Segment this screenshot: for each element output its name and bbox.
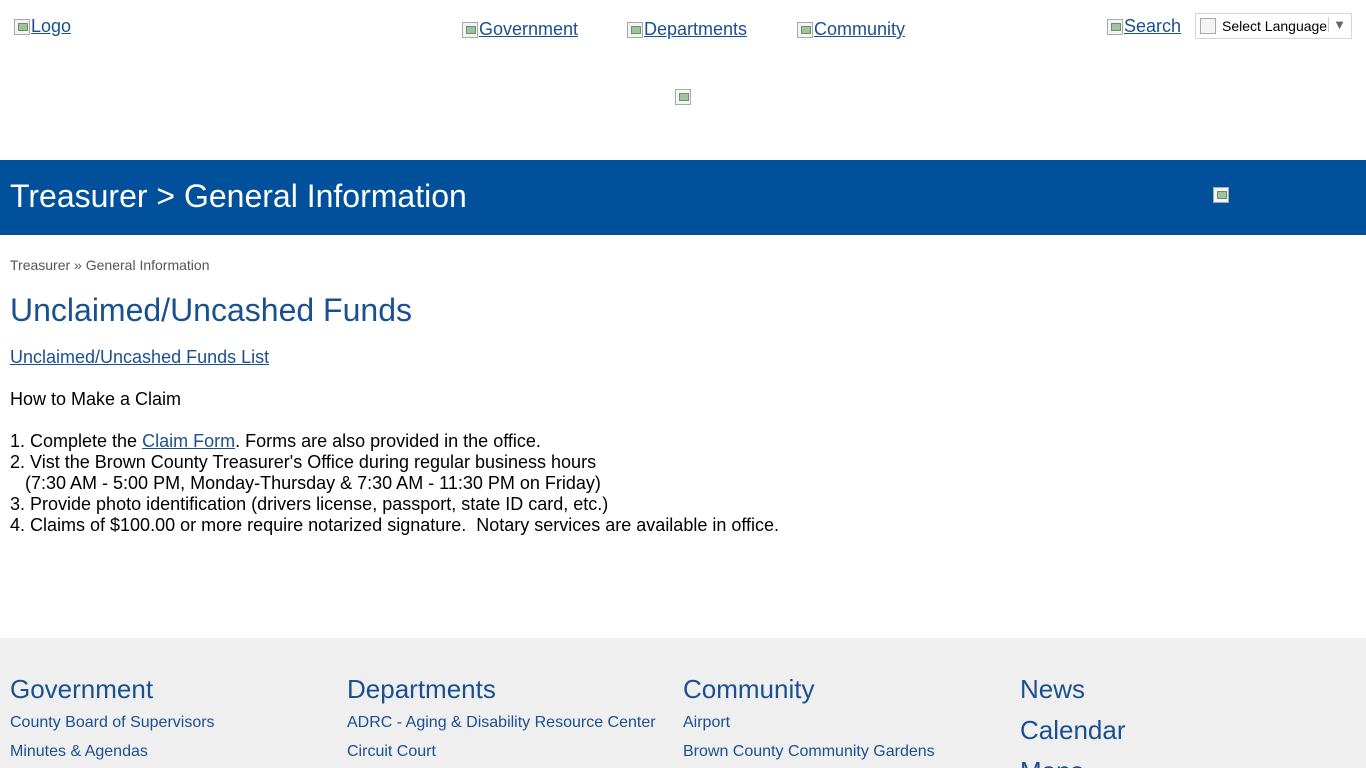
banner-image	[1213, 187, 1230, 203]
broken-image-icon	[627, 21, 643, 38]
claim-heading: How to Make a Claim	[10, 389, 182, 409]
breadcrumb: Treasurer » General Information	[10, 257, 209, 273]
broken-image-icon	[462, 21, 478, 38]
breadcrumb-separator: »	[70, 257, 86, 273]
google-translate-icon	[1200, 18, 1216, 34]
broken-image-icon	[1107, 18, 1123, 35]
step-2: 2. Vist the Brown County Treasurer's Off…	[10, 452, 597, 472]
hero-image	[675, 89, 692, 105]
footer-departments-column: Departments ADRC - Aging & Disability Re…	[347, 674, 656, 761]
broken-image-icon	[797, 21, 813, 38]
nav-government[interactable]: Government	[462, 19, 578, 40]
footer-community-column: Community Airport Brown County Community…	[683, 674, 935, 761]
broken-image-icon	[14, 18, 30, 35]
banner-title: Treasurer > General Information	[10, 178, 467, 214]
breadcrumb-treasurer[interactable]: Treasurer	[10, 257, 70, 273]
footer-link-adrc[interactable]: ADRC - Aging & Disability Resource Cente…	[347, 714, 656, 732]
footer-departments-heading[interactable]: Departments	[347, 674, 656, 705]
footer-news-link[interactable]: News	[1020, 674, 1126, 705]
footer-government-column: Government County Board of Supervisors M…	[10, 674, 215, 761]
nav-departments-label: Departments	[644, 19, 748, 39]
footer-link-county-board[interactable]: County Board of Supervisors	[10, 714, 215, 732]
page-title: Unclaimed/Uncashed Funds	[10, 292, 412, 328]
broken-image-icon	[675, 89, 691, 105]
step-1-suffix: . Forms are also provided in the office.	[235, 431, 541, 451]
page-banner: Treasurer > General Information	[0, 160, 1366, 235]
funds-list-link[interactable]: Unclaimed/Uncashed Funds List	[10, 347, 269, 368]
claim-form-link[interactable]: Claim Form	[142, 431, 235, 451]
footer-link-minutes-agendas[interactable]: Minutes & Agendas	[10, 743, 215, 761]
footer-community-heading[interactable]: Community	[683, 674, 935, 705]
step-2-hours: (7:30 AM - 5:00 PM, Monday-Thursday & 7:…	[10, 473, 601, 493]
nav-government-label: Government	[479, 19, 579, 39]
step-3: 3. Provide photo identification (drivers…	[10, 494, 609, 514]
footer-government-heading[interactable]: Government	[10, 674, 215, 705]
breadcrumb-current: General Information	[85, 257, 210, 273]
step-1: 1. Complete the Claim Form. Forms are al…	[10, 431, 779, 452]
nav-community[interactable]: Community	[797, 19, 905, 40]
step-4: 4. Claims of $100.00 or more require not…	[10, 515, 780, 535]
nav-community-label: Community	[814, 19, 906, 39]
search-label: Search	[1124, 16, 1182, 36]
logo-link[interactable]: Logo	[14, 16, 71, 37]
footer-link-community-gardens[interactable]: Brown County Community Gardens	[683, 743, 935, 761]
logo-alt-text: Logo	[31, 16, 72, 36]
language-select-label: Select Language	[1222, 18, 1328, 34]
footer-calendar-link[interactable]: Calendar	[1020, 715, 1126, 746]
dropdown-arrow-icon: ▼	[1328, 17, 1346, 32]
search-link[interactable]: Search	[1107, 16, 1181, 37]
footer-link-airport[interactable]: Airport	[683, 714, 935, 732]
footer-maps-link[interactable]: Maps	[1020, 756, 1126, 768]
step-1-prefix: 1. Complete the	[10, 431, 143, 451]
language-select[interactable]: Select Language ▼	[1195, 13, 1352, 39]
site-footer: Government County Board of Supervisors M…	[0, 638, 1366, 768]
footer-news-column: News Calendar Maps	[1020, 674, 1126, 768]
nav-departments[interactable]: Departments	[627, 19, 747, 40]
claim-steps: 1. Complete the Claim Form. Forms are al…	[10, 431, 779, 536]
footer-link-circuit-court[interactable]: Circuit Court	[347, 743, 656, 761]
broken-image-icon	[1213, 187, 1229, 203]
